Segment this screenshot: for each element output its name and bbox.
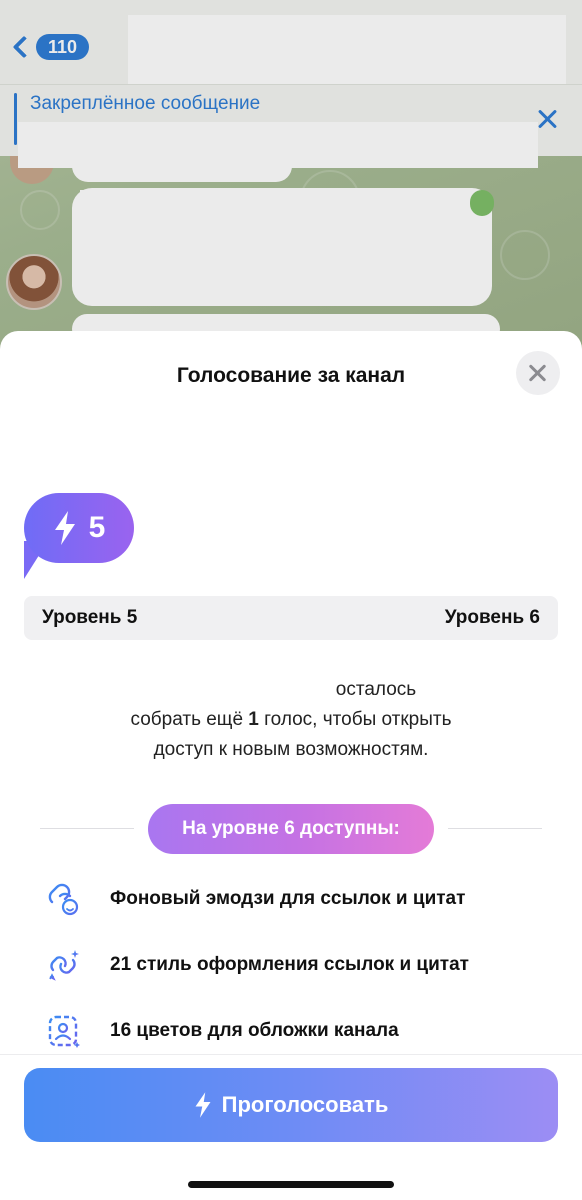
section-header-pill: На уровне 6 доступны: <box>148 804 434 854</box>
level-progress-bar: Уровень 5 Уровень 6 <box>24 596 558 640</box>
votes-remaining: 1 <box>248 709 259 730</box>
next-level-label: Уровень 6 <box>444 607 540 628</box>
desc-text: голос, чтобы открыть <box>258 709 452 730</box>
level-number: 5 <box>88 511 106 544</box>
sheet-dim-overlay[interactable] <box>0 0 582 360</box>
divider <box>40 828 134 829</box>
lightning-icon <box>54 511 75 545</box>
desc-line-3: доступ к новым возможностям. <box>153 739 429 760</box>
feature-label: 16 цветов для обложки канала <box>110 1020 399 1041</box>
level-badge-content: 5 <box>24 493 134 563</box>
cover-color-icon <box>48 1015 80 1048</box>
desc-line-1: осталось <box>335 679 417 700</box>
desc-line-2: собрать ещё 1 голос, чтобы открыть <box>0 705 582 735</box>
desc-text: собрать ещё <box>130 709 249 730</box>
current-level-label: Уровень 5 <box>42 607 138 628</box>
boost-description: осталось собрать ещё 1 голос, чтобы откр… <box>0 675 582 765</box>
link-style-icon <box>49 950 79 981</box>
feature-label: 21 стиль оформления ссылок и цитат <box>110 954 469 975</box>
feature-item: 16 цветов для обложки канала <box>44 1011 564 1051</box>
home-indicator[interactable] <box>188 1181 394 1188</box>
vote-button[interactable]: Проголосовать <box>24 1068 558 1142</box>
feature-item: Фоновый эмодзи для ссылок и цитат <box>44 879 564 919</box>
close-button[interactable] <box>516 351 560 395</box>
vote-button-label: Проголосовать <box>221 1092 389 1117</box>
boost-sheet: Голосование за канал 5 Уровень 5 Уровень… <box>0 331 582 1200</box>
divider <box>0 1054 582 1055</box>
link-emoji-icon <box>48 883 79 916</box>
feature-label: Фоновый эмодзи для ссылок и цитат <box>110 888 466 909</box>
feature-item: 21 стиль оформления ссылок и цитат <box>44 945 564 985</box>
sheet-title: Голосование за канал <box>176 364 406 387</box>
divider <box>448 828 542 829</box>
lightning-icon <box>195 1092 211 1118</box>
